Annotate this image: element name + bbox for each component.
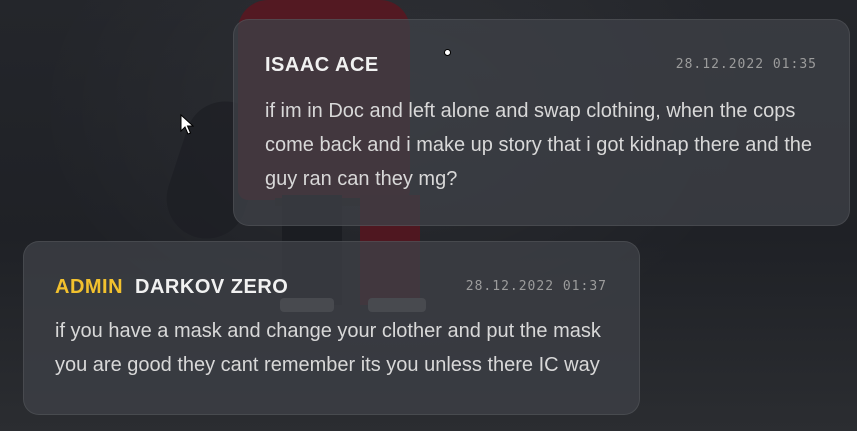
message-card: ISAAC ACE 28.12.2022 01:35 if im in Doc … xyxy=(233,19,850,226)
message-text: if im in Doc and left alone and swap clo… xyxy=(265,100,812,190)
admin-badge: ADMIN xyxy=(55,276,124,298)
message-timestamp: 28.12.2022 01:35 xyxy=(675,57,817,72)
message-author: ISAAC ACE xyxy=(265,54,379,76)
message-author: DARKOV ZERO xyxy=(135,276,289,298)
message-text: if you have a mask and change your cloth… xyxy=(55,320,601,376)
message-timestamp: 28.12.2022 01:37 xyxy=(465,279,607,294)
crosshair-dot xyxy=(444,49,451,56)
message-author-row: ADMIN DARKOV ZERO xyxy=(55,276,288,299)
message-card: ADMIN DARKOV ZERO 28.12.2022 01:37 if yo… xyxy=(23,241,640,415)
